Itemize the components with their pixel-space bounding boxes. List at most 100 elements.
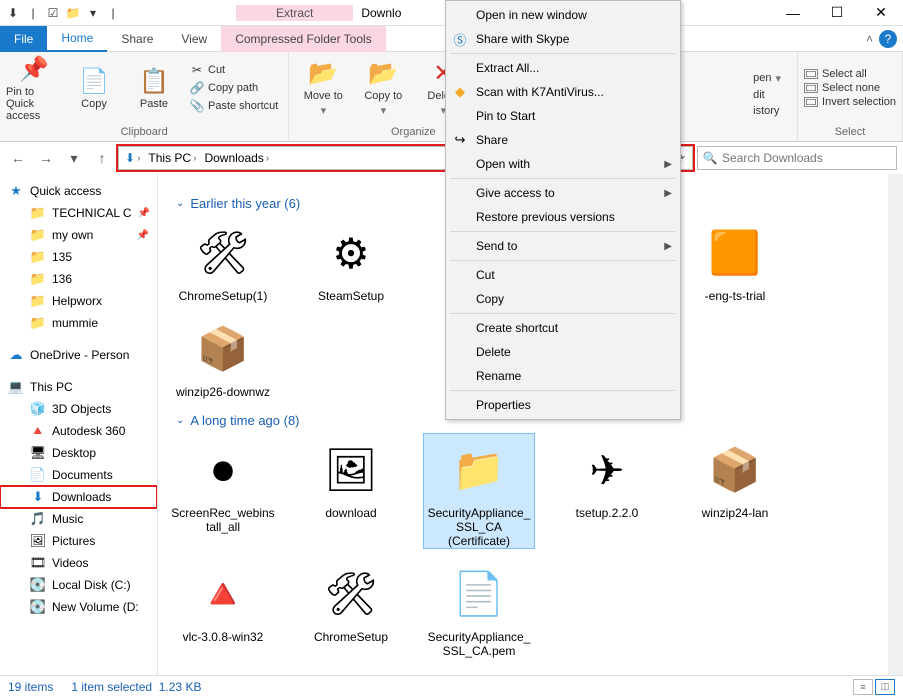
invert-selection-button[interactable]: Invert selection <box>804 96 896 108</box>
view-details-button[interactable]: ≡ <box>853 679 873 695</box>
file-thumbnail-icon: 📁 <box>443 434 515 506</box>
tab-file[interactable]: File <box>0 26 47 52</box>
paste-shortcut-button[interactable]: 📎Paste shortcut <box>186 98 282 114</box>
ctx-share[interactable]: ↪Share <box>446 128 680 152</box>
forward-button[interactable]: → <box>34 146 58 170</box>
ctx-restore-versions[interactable]: Restore previous versions <box>446 205 680 229</box>
copy-button[interactable]: 📄Copy <box>66 55 122 121</box>
sidebar-pc-item-autodesk-360[interactable]: 🔺Autodesk 360 <box>0 420 157 442</box>
paste-button[interactable]: 📋Paste <box>126 55 182 121</box>
paste-label: Paste <box>140 98 168 110</box>
ctx-properties[interactable]: Properties <box>446 393 680 417</box>
ctx-rename[interactable]: Rename <box>446 364 680 388</box>
open-dropdown[interactable]: pen ▾ <box>749 71 785 86</box>
ctx-copy[interactable]: Copy <box>446 287 680 311</box>
help-icon[interactable]: ? <box>879 30 897 48</box>
sidebar-quick-item[interactable]: 📁135 <box>0 246 157 268</box>
ctx-open-with[interactable]: Open with▶ <box>446 152 680 176</box>
search-box[interactable]: 🔍 <box>697 146 897 170</box>
pin-to-quick-access-button[interactable]: 📌Pin to Quick access <box>6 55 62 121</box>
ribbon-collapse-icon[interactable]: ˄ <box>866 32 873 46</box>
close-button[interactable]: ✕ <box>859 0 903 26</box>
sidebar-pc-item-desktop[interactable]: 🖥Desktop <box>0 442 157 464</box>
copy-label: Copy <box>81 98 107 110</box>
history-dropdown[interactable]: ▾ <box>62 146 86 170</box>
ctx-send-to[interactable]: Send to▶ <box>446 234 680 258</box>
sidebar-pc-item-new-volume-d-[interactable]: 💽New Volume (D: <box>0 596 157 618</box>
ctx-extract-all[interactable]: Extract All... <box>446 56 680 80</box>
sidebar-pc-item-music[interactable]: 🎵Music <box>0 508 157 530</box>
nav-sidebar[interactable]: ★Quick access 📁TECHNICAL C📌📁my own📌📁135📁… <box>0 174 158 675</box>
file-label: download <box>325 506 376 520</box>
tab-compressed-tools[interactable]: Compressed Folder Tools <box>221 26 386 52</box>
maximize-button[interactable]: ☐ <box>815 0 859 26</box>
k7-icon: ◆ <box>452 84 468 100</box>
ctx-open-new-window[interactable]: Open in new window <box>446 3 680 27</box>
ctx-delete[interactable]: Delete <box>446 340 680 364</box>
breadcrumb-downloads[interactable]: Downloads › <box>200 151 273 165</box>
sidebar-quick-item[interactable]: 📁136 <box>0 268 157 290</box>
file-thumbnail-icon: 📦 <box>187 313 259 385</box>
sidebar-onedrive[interactable]: ☁OneDrive - Person <box>0 344 157 366</box>
file-item[interactable]: 📄SecurityAppliance_SSL_CA.pem <box>424 558 534 658</box>
file-item[interactable]: 🛠ChromeSetup <box>296 558 406 658</box>
file-item[interactable]: ✈tsetup.2.2.0 <box>552 434 662 548</box>
file-item[interactable]: 📁SecurityAppliance_SSL_CA (Certificate) <box>424 434 534 548</box>
ctx-create-shortcut[interactable]: Create shortcut <box>446 316 680 340</box>
file-item[interactable]: 🔺vlc-3.0.8-win32 <box>168 558 278 658</box>
qat-checkbox-icon[interactable]: ☑ <box>44 4 62 22</box>
sidebar-quick-item[interactable]: 📁my own📌 <box>0 224 157 246</box>
qat-overflow-icon[interactable]: ▾ <box>84 4 102 22</box>
tab-share[interactable]: Share <box>107 26 167 52</box>
tab-view[interactable]: View <box>167 26 221 52</box>
select-none-button[interactable]: Select none <box>804 82 896 94</box>
qat-folder-icon[interactable]: 📁 <box>64 4 82 22</box>
move-to-button[interactable]: 📂Move to▾ <box>295 55 351 121</box>
back-button[interactable]: ← <box>6 146 30 170</box>
ctx-give-access[interactable]: Give access to▶ <box>446 181 680 205</box>
copy-to-button[interactable]: 📂Copy to▾ <box>355 55 411 121</box>
file-item[interactable]: 🟧-eng-ts-trial <box>680 217 790 303</box>
file-label: vlc-3.0.8-win32 <box>183 630 264 644</box>
file-item[interactable]: 🖼download <box>296 434 406 548</box>
sidebar-pc-item-3d-objects[interactable]: 🧊3D Objects <box>0 398 157 420</box>
ctx-cut[interactable]: Cut <box>446 263 680 287</box>
sidebar-pc-item-downloads[interactable]: ⬇Downloads <box>0 486 157 508</box>
minimize-button[interactable]: — <box>771 0 815 26</box>
file-label: SecurityAppliance_SSL_CA (Certificate) <box>426 506 532 548</box>
sidebar-quick-item[interactable]: 📁mummie <box>0 312 157 334</box>
tab-home[interactable]: Home <box>47 26 107 52</box>
file-thumbnail-icon: 🛠 <box>187 217 259 289</box>
sidebar-pc-item-videos[interactable]: 🎞Videos <box>0 552 157 574</box>
file-label: -eng-ts-trial <box>705 289 766 303</box>
sidebar-quick-access[interactable]: ★Quick access <box>0 180 157 202</box>
ctx-scan-k7[interactable]: ◆Scan with K7AntiVirus... <box>446 80 680 104</box>
sidebar-quick-item[interactable]: 📁Helpworx <box>0 290 157 312</box>
file-item[interactable]: 📦winzip26-downwz <box>168 313 278 399</box>
group-select-label: Select <box>798 124 902 141</box>
file-item[interactable]: ⏺ScreenRec_webinstall_all <box>168 434 278 548</box>
edit-button[interactable]: dit <box>749 88 785 102</box>
copy-path-button[interactable]: 🔗Copy path <box>186 80 282 96</box>
select-all-button[interactable]: Select all <box>804 68 896 80</box>
file-label: ScreenRec_webinstall_all <box>170 506 276 534</box>
file-item[interactable]: ⚙SteamSetup <box>296 217 406 303</box>
ctx-share-skype[interactable]: ⓈShare with Skype <box>446 27 680 51</box>
breadcrumb-this-pc[interactable]: This PC › <box>144 151 200 165</box>
divider-icon: | <box>104 4 122 22</box>
cut-button[interactable]: ✂Cut <box>186 62 282 78</box>
sidebar-pc-item-pictures[interactable]: 🖼Pictures <box>0 530 157 552</box>
ctx-pin-start[interactable]: Pin to Start <box>446 104 680 128</box>
up-button[interactable]: ↑ <box>90 146 114 170</box>
file-item[interactable]: 🛠ChromeSetup(1) <box>168 217 278 303</box>
vertical-scrollbar[interactable] <box>888 174 903 675</box>
view-large-icons-button[interactable]: ◫ <box>875 679 895 695</box>
window-title: Downlo <box>361 6 401 20</box>
sidebar-quick-item[interactable]: 📁TECHNICAL C📌 <box>0 202 157 224</box>
history-button[interactable]: istory <box>749 104 785 118</box>
sidebar-pc-item-documents[interactable]: 📄Documents <box>0 464 157 486</box>
search-input[interactable] <box>722 151 896 165</box>
file-item[interactable]: 📦winzip24-lan <box>680 434 790 548</box>
sidebar-pc-item-local-disk-c-[interactable]: 💽Local Disk (C:) <box>0 574 157 596</box>
sidebar-this-pc[interactable]: 💻This PC <box>0 376 157 398</box>
